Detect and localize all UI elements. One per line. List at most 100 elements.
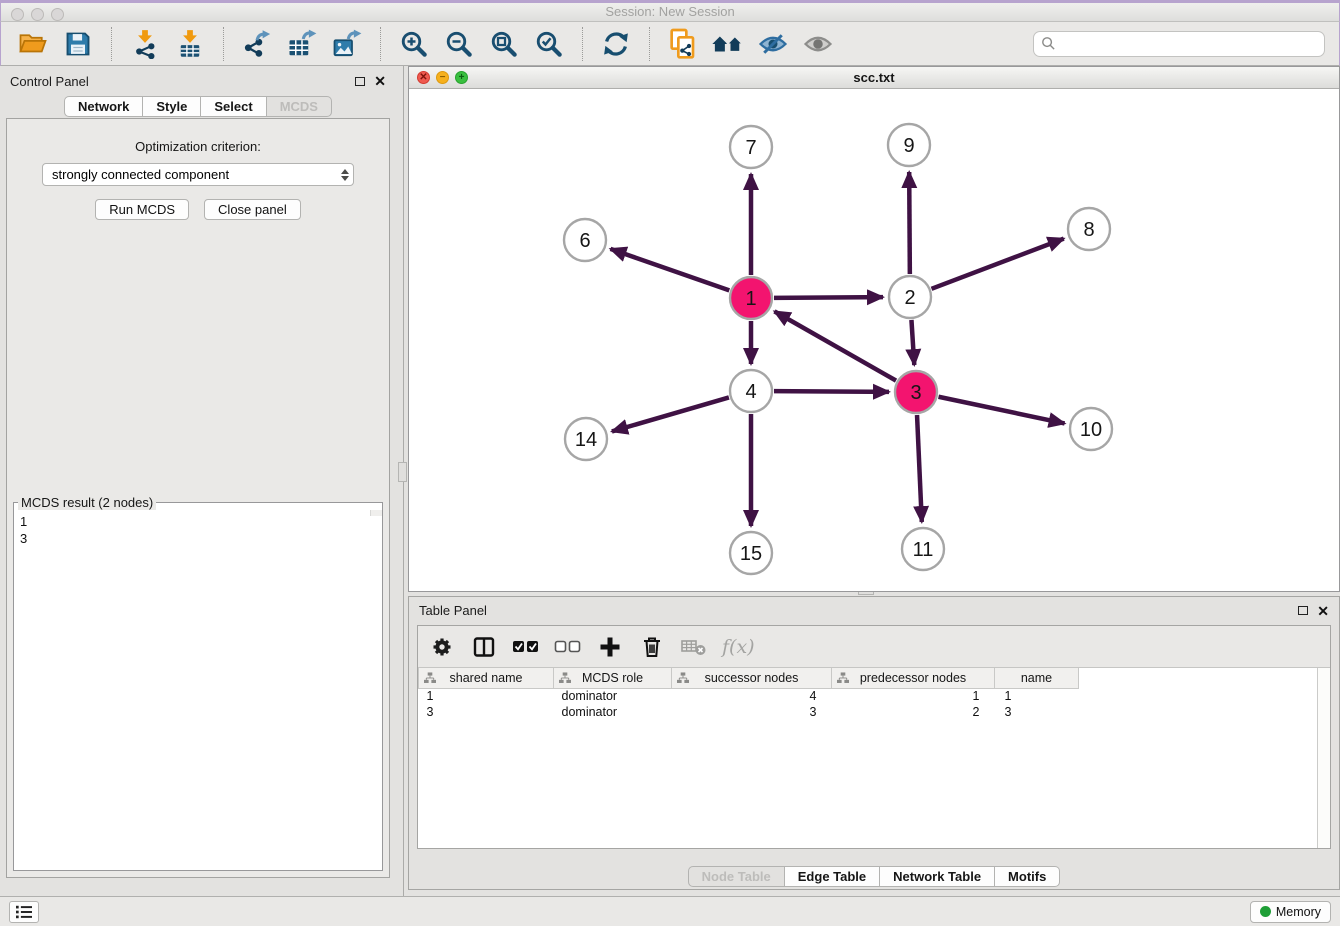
- graph-node-2[interactable]: [889, 276, 931, 318]
- table-cell[interactable]: dominator: [554, 704, 672, 720]
- graph-edge-1-6[interactable]: [610, 249, 729, 291]
- graph-node-14[interactable]: [565, 418, 607, 460]
- table-cell[interactable]: 1: [832, 688, 995, 704]
- graph-node-8[interactable]: [1068, 208, 1110, 250]
- graph-node-4[interactable]: [730, 370, 772, 412]
- graph-node-7[interactable]: [730, 126, 772, 168]
- network-window-titlebar[interactable]: ✕ − + scc.txt: [409, 67, 1339, 89]
- table-mode-button[interactable]: [428, 633, 456, 661]
- global-search-field[interactable]: [1033, 31, 1325, 57]
- table-row[interactable]: 3dominator323: [419, 704, 1079, 720]
- fx-icon: f(x): [722, 636, 755, 658]
- memory-button[interactable]: Memory: [1250, 901, 1331, 923]
- graph-node-3[interactable]: [895, 371, 937, 413]
- export-network-button[interactable]: [239, 26, 275, 62]
- graph-node-6[interactable]: [564, 219, 606, 261]
- network-canvas[interactable]: 7968124314101511: [409, 89, 1339, 591]
- graph-edge-2-3[interactable]: [911, 320, 914, 365]
- zoom-out-icon: [444, 29, 474, 59]
- graph-edge-3-1[interactable]: [774, 311, 896, 380]
- minimize-network-button[interactable]: −: [436, 71, 449, 84]
- tab-select[interactable]: Select: [201, 96, 266, 117]
- select-all-columns-button[interactable]: [512, 633, 540, 661]
- table-cell[interactable]: 4: [672, 688, 832, 704]
- table-cell[interactable]: 2: [832, 704, 995, 720]
- first-neighbors-button[interactable]: [710, 26, 746, 62]
- graph-edge-3-10[interactable]: [939, 397, 1065, 424]
- new-network-from-selection-button[interactable]: [665, 26, 701, 62]
- close-window-button[interactable]: [11, 8, 24, 21]
- column-header-mcds-role[interactable]: MCDS role: [554, 668, 672, 688]
- mcds-result-legend: MCDS result (2 nodes): [18, 495, 156, 510]
- mcds-result-list[interactable]: 1 3: [14, 510, 382, 516]
- column-header-name[interactable]: name: [995, 668, 1079, 688]
- table-row[interactable]: 1dominator411: [419, 688, 1079, 704]
- show-all-button[interactable]: [800, 26, 836, 62]
- export-table-button[interactable]: [284, 26, 320, 62]
- export-image-button[interactable]: [329, 26, 365, 62]
- table-cell[interactable]: 3: [995, 704, 1079, 720]
- table-scrollbar[interactable]: [1317, 668, 1330, 848]
- graph-edge-1-2[interactable]: [774, 297, 883, 298]
- close-panel-icon[interactable]: ✕: [374, 76, 386, 86]
- table-cell[interactable]: 1: [419, 688, 554, 704]
- create-column-button[interactable]: [596, 633, 624, 661]
- zoom-out-button[interactable]: [441, 26, 477, 62]
- graph-node-9[interactable]: [888, 124, 930, 166]
- open-session-button[interactable]: [15, 26, 51, 62]
- search-input[interactable]: [1060, 36, 1317, 51]
- zoom-selected-button[interactable]: [531, 26, 567, 62]
- float-panel-icon[interactable]: [355, 77, 365, 86]
- column-header-shared-name[interactable]: shared name: [419, 668, 554, 688]
- graph-node-1[interactable]: [730, 277, 772, 319]
- tab-edge-table[interactable]: Edge Table: [785, 866, 880, 887]
- result-scrollbar[interactable]: [370, 510, 382, 516]
- import-table-button[interactable]: [172, 26, 208, 62]
- task-history-button[interactable]: [9, 901, 39, 923]
- delete-columns-button[interactable]: [638, 633, 666, 661]
- panel-splitter-grip[interactable]: [398, 462, 407, 482]
- import-network-button[interactable]: [127, 26, 163, 62]
- graph-edge-2-9[interactable]: [909, 172, 910, 274]
- table-cell[interactable]: 3: [672, 704, 832, 720]
- delete-table-button[interactable]: [680, 633, 708, 661]
- close-network-button[interactable]: ✕: [417, 71, 430, 84]
- graph-svg[interactable]: 7968124314101511: [409, 89, 1339, 591]
- zoom-fit-button[interactable]: [486, 26, 522, 62]
- column-header-successor-nodes[interactable]: successor nodes: [672, 668, 832, 688]
- graph-edge-4-14[interactable]: [612, 397, 729, 431]
- hide-selection-button[interactable]: [755, 26, 791, 62]
- close-panel-button[interactable]: Close panel: [204, 199, 301, 220]
- graph-node-10[interactable]: [1070, 408, 1112, 450]
- run-mcds-button[interactable]: Run MCDS: [95, 199, 189, 220]
- tab-motifs[interactable]: Motifs: [995, 866, 1060, 887]
- float-table-panel-icon[interactable]: [1298, 606, 1308, 615]
- close-table-panel-icon[interactable]: ✕: [1317, 606, 1329, 616]
- toggle-panes-button[interactable]: [470, 633, 498, 661]
- minimize-window-button[interactable]: [31, 8, 44, 21]
- graph-node-15[interactable]: [730, 532, 772, 574]
- graph-edge-3-11[interactable]: [917, 415, 922, 522]
- tab-network[interactable]: Network: [64, 96, 143, 117]
- table-cell[interactable]: dominator: [554, 688, 672, 704]
- tab-network-table[interactable]: Network Table: [880, 866, 995, 887]
- graph-node-11[interactable]: [902, 528, 944, 570]
- status-bar: Memory: [0, 896, 1340, 926]
- unselect-all-columns-button[interactable]: [554, 633, 582, 661]
- window-title: Session: New Session: [1, 3, 1339, 21]
- column-header-predecessor-nodes[interactable]: predecessor nodes: [832, 668, 995, 688]
- apply-preferred-layout-button[interactable]: [598, 26, 634, 62]
- graph-edge-2-8[interactable]: [932, 239, 1064, 289]
- maximize-network-button[interactable]: +: [455, 71, 468, 84]
- graph-edge-4-3[interactable]: [774, 391, 889, 392]
- save-session-button[interactable]: [60, 26, 96, 62]
- tab-style[interactable]: Style: [143, 96, 201, 117]
- tab-mcds[interactable]: MCDS: [267, 96, 332, 117]
- zoom-in-button[interactable]: [396, 26, 432, 62]
- table-cell[interactable]: 3: [419, 704, 554, 720]
- maximize-window-button[interactable]: [51, 8, 64, 21]
- tab-node-table[interactable]: Node Table: [688, 866, 785, 887]
- table-cell[interactable]: 1: [995, 688, 1079, 704]
- optimization-criterion-select[interactable]: strongly connected component: [42, 163, 354, 186]
- function-builder-button[interactable]: f(x): [722, 633, 755, 661]
